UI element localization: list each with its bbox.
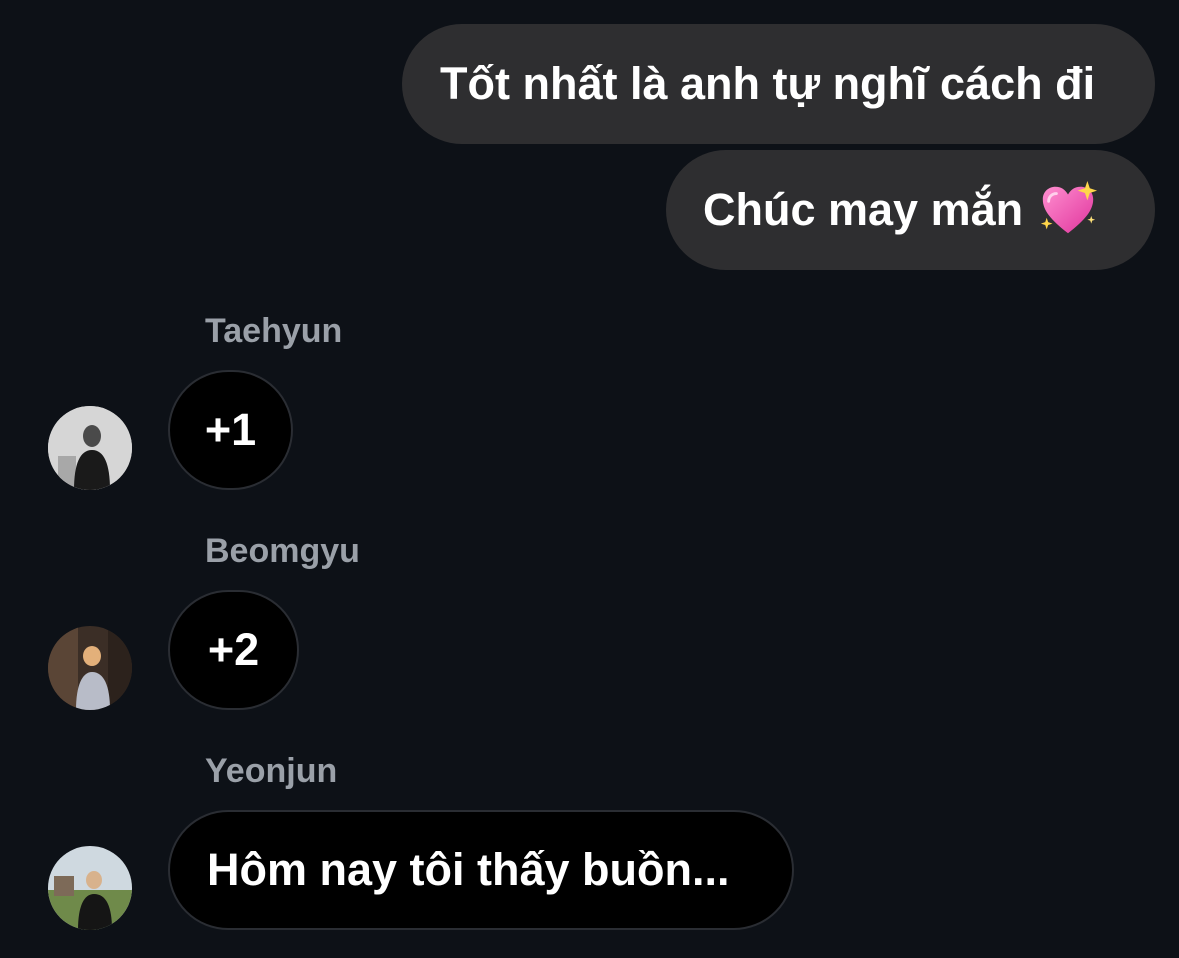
incoming-message-bubble[interactable]: +1 <box>168 370 293 490</box>
message-text: Chúc may mắn <box>703 184 1024 235</box>
incoming-message-bubble[interactable]: Hôm nay tôi thấy buồn... <box>168 810 794 930</box>
sparkling-heart-icon <box>1037 179 1099 241</box>
taehyun-avatar[interactable] <box>48 406 132 490</box>
outgoing-message-bubble[interactable]: Tốt nhất là anh tự nghĩ cách đi <box>402 24 1155 144</box>
sender-name: Beomgyu <box>205 532 360 570</box>
message-text: +2 <box>207 624 260 675</box>
outgoing-message-bubble[interactable]: Chúc may mắn <box>666 150 1155 270</box>
sender-name: Taehyun <box>205 312 343 350</box>
sender-name: Yeonjun <box>205 752 338 790</box>
yeonjun-avatar[interactable] <box>48 846 132 930</box>
incoming-message-bubble[interactable]: +2 <box>168 590 299 710</box>
message-text: Tốt nhất là anh tự nghĩ cách đi <box>440 58 1096 109</box>
beomgyu-avatar[interactable] <box>48 626 132 710</box>
message-text: Hôm nay tôi thấy buồn... <box>207 844 730 895</box>
message-text: +1 <box>204 404 257 455</box>
